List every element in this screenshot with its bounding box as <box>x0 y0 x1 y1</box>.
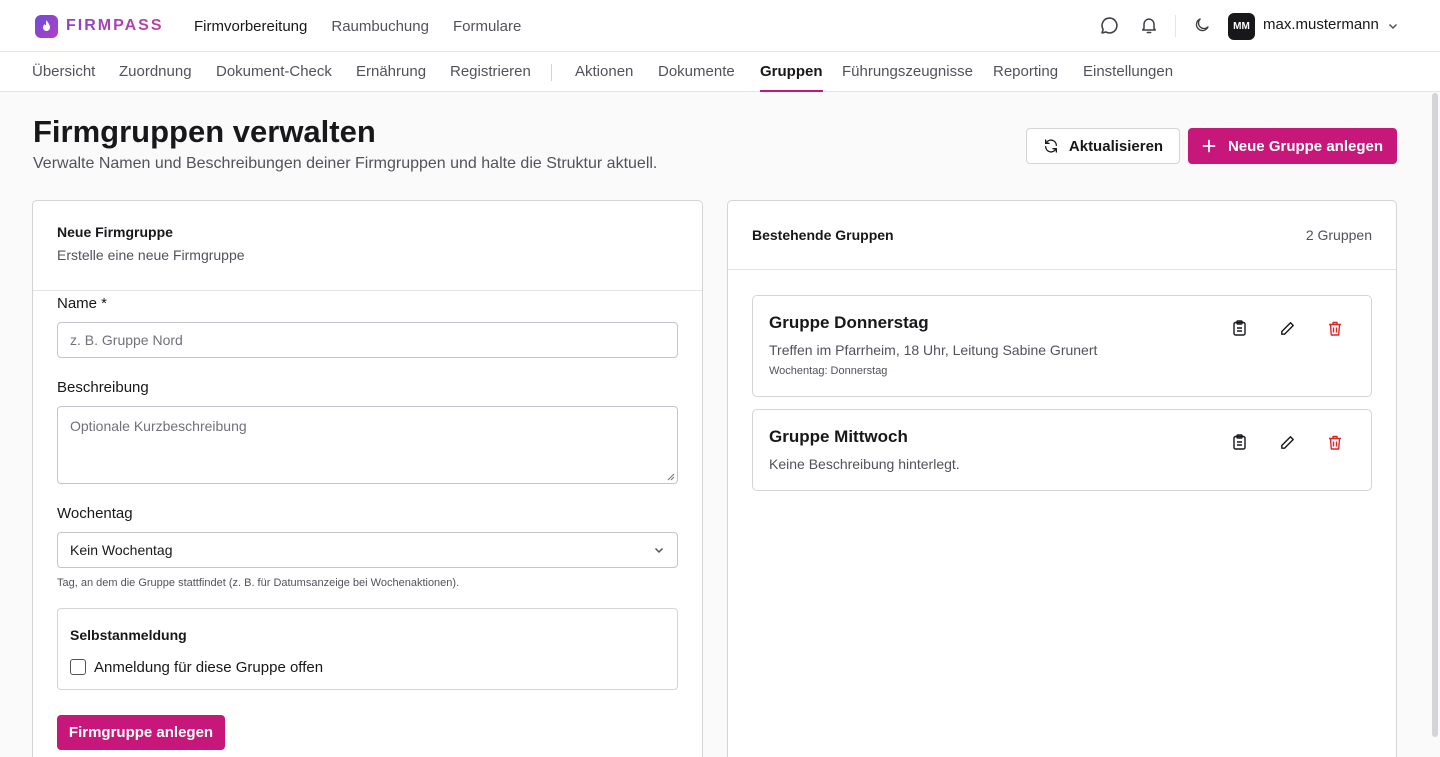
group-item: Gruppe Donnerstag Treffen im Pfarrheim, … <box>752 295 1372 397</box>
weekday-hint: Tag, an dem die Gruppe stattfindet (z. B… <box>57 577 460 589</box>
tab-reporting[interactable]: Reporting <box>993 52 1058 92</box>
group-weekday: Wochentag: Donnerstag <box>769 365 888 377</box>
weekday-value: Kein Wochentag <box>70 542 173 558</box>
sub-nav: Übersicht Zuordnung Dokument-Check Ernäh… <box>0 52 1440 92</box>
new-group-button[interactable]: Neue Gruppe anlegen <box>1188 128 1397 164</box>
tab-registrieren[interactable]: Registrieren <box>450 52 531 92</box>
main-nav: Firmvorbereitung Raumbuchung Formulare <box>194 0 521 52</box>
page-title: Firmgruppen verwalten <box>33 114 376 149</box>
form-description: Erstelle eine neue Firmgruppe <box>57 247 245 263</box>
divider <box>728 269 1396 270</box>
form-title: Neue Firmgruppe <box>57 224 173 240</box>
group-name: Gruppe Mittwoch <box>769 427 908 446</box>
weekday-label: Wochentag <box>57 505 133 522</box>
page-subtitle: Verwalte Namen und Beschreibungen deiner… <box>33 155 658 172</box>
chat-icon[interactable] <box>1098 14 1120 36</box>
group-item: Gruppe Mittwoch Keine Beschreibung hinte… <box>752 409 1372 491</box>
tab-dokument-check[interactable]: Dokument-Check <box>216 52 332 92</box>
trash-icon[interactable] <box>1325 432 1345 452</box>
self-signup-checkbox[interactable] <box>70 659 86 675</box>
pencil-icon[interactable] <box>1277 432 1297 452</box>
clipboard-icon[interactable] <box>1229 432 1249 452</box>
pencil-icon[interactable] <box>1277 318 1297 338</box>
tab-uebersicht[interactable]: Übersicht <box>32 52 95 92</box>
new-group-card: Neue Firmgruppe Erstelle eine neue Firmg… <box>32 200 703 757</box>
name-label: Name * <box>57 295 108 312</box>
tab-fuehrungszeugnisse[interactable]: Führungszeugnisse <box>842 52 973 92</box>
username[interactable]: max.mustermann <box>1263 16 1379 33</box>
tab-ernaehrung[interactable]: Ernährung <box>356 52 426 92</box>
avatar[interactable]: MM <box>1228 13 1255 40</box>
name-input[interactable]: z. B. Gruppe Nord <box>57 322 678 358</box>
create-group-button[interactable]: Firmgruppe anlegen <box>57 715 225 750</box>
flame-icon <box>35 14 58 38</box>
description-textarea[interactable]: Optionale Kurzbeschreibung <box>57 406 678 484</box>
divider <box>551 64 552 81</box>
description-label: Beschreibung <box>57 379 149 396</box>
self-signup-title: Selbstanmeldung <box>70 627 187 643</box>
tab-einstellungen[interactable]: Einstellungen <box>1083 52 1173 92</box>
groups-title: Bestehende Gruppen <box>752 227 894 243</box>
scrollbar[interactable] <box>1432 93 1438 737</box>
chevron-down-icon[interactable] <box>1382 15 1404 37</box>
refresh-label: Aktualisieren <box>1068 137 1164 155</box>
nav-firmvorbereitung[interactable]: Firmvorbereitung <box>194 18 307 35</box>
nav-raumbuchung[interactable]: Raumbuchung <box>331 18 429 35</box>
tab-aktionen[interactable]: Aktionen <box>575 52 633 92</box>
group-name: Gruppe Donnerstag <box>769 313 929 332</box>
tab-zuordnung[interactable]: Zuordnung <box>119 52 192 92</box>
description-placeholder: Optionale Kurzbeschreibung <box>70 418 247 434</box>
brand-name: FIRMPASS <box>66 17 164 34</box>
chevron-down-icon <box>653 544 665 556</box>
moon-icon[interactable] <box>1191 14 1213 36</box>
refresh-button[interactable]: Aktualisieren <box>1026 128 1180 164</box>
top-bar: FIRMPASS Firmvorbereitung Raumbuchung Fo… <box>0 0 1440 52</box>
divider <box>1175 15 1176 37</box>
new-group-label: Neue Gruppe anlegen <box>1227 137 1384 155</box>
existing-groups-card: Bestehende Gruppen 2 Gruppen Gruppe Donn… <box>727 200 1397 757</box>
tab-dokumente[interactable]: Dokumente <box>658 52 735 92</box>
tab-gruppen[interactable]: Gruppen <box>760 52 823 92</box>
divider <box>33 290 702 291</box>
nav-formulare[interactable]: Formulare <box>453 18 521 35</box>
weekday-select[interactable]: Kein Wochentag <box>57 532 678 568</box>
brand-logo[interactable]: FIRMPASS <box>35 14 163 38</box>
clipboard-icon[interactable] <box>1229 318 1249 338</box>
bell-icon[interactable] <box>1138 14 1160 36</box>
plus-icon <box>1202 139 1216 153</box>
self-signup-checkbox-label[interactable]: Anmeldung für diese Gruppe offen <box>94 659 323 676</box>
resize-handle-icon[interactable] <box>667 473 675 481</box>
self-signup-section: Selbstanmeldung Anmeldung für diese Grup… <box>57 608 678 690</box>
refresh-icon <box>1043 138 1059 154</box>
groups-count: 2 Gruppen <box>1305 227 1372 243</box>
name-placeholder: z. B. Gruppe Nord <box>70 332 183 348</box>
group-description: Treffen im Pfarrheim, 18 Uhr, Leitung Sa… <box>769 342 1098 358</box>
group-description: Keine Beschreibung hinterlegt. <box>769 456 960 472</box>
trash-icon[interactable] <box>1325 318 1345 338</box>
